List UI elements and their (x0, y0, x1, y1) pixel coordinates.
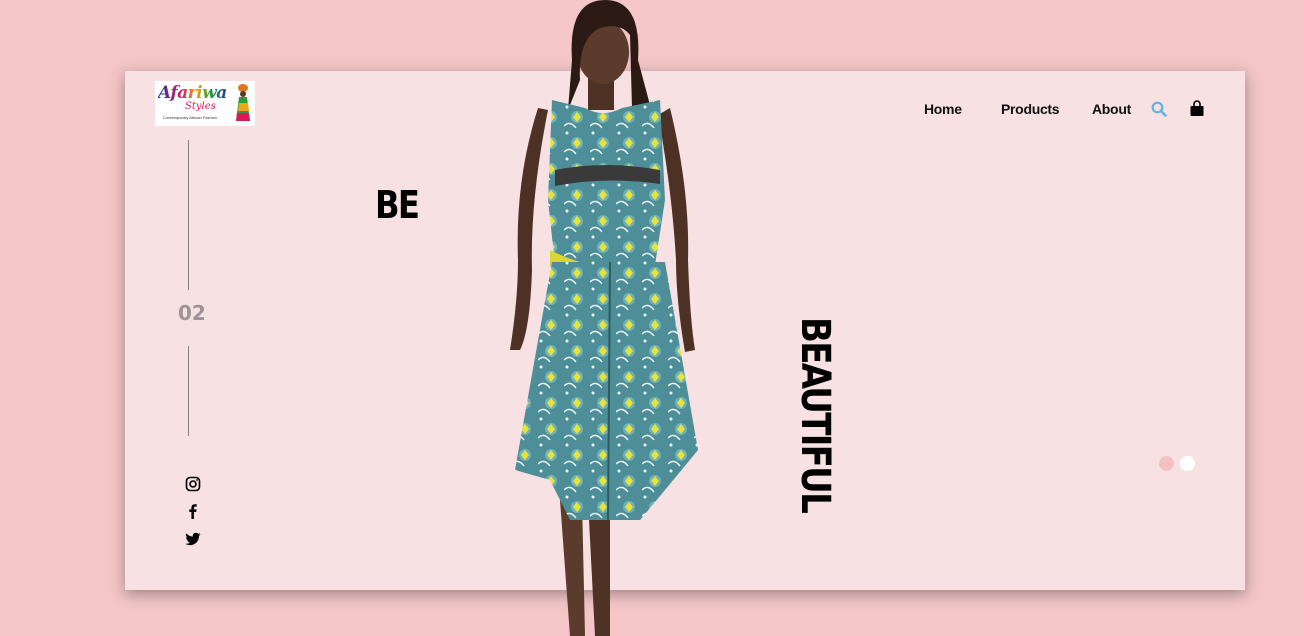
logo-figure-icon (236, 84, 250, 121)
slider-dots (1159, 456, 1195, 471)
twitter-icon[interactable] (185, 531, 201, 547)
slide-number: 02 (178, 301, 206, 325)
hero-word-beautiful: BEAUTIFUL (792, 317, 838, 513)
hero-word-be: BE (375, 183, 420, 227)
brand-logo[interactable]: Afariwa Styles Contemporary African Fash… (155, 81, 255, 126)
model-image (510, 0, 698, 636)
logo-subtitle: Styles (185, 101, 216, 112)
slide-divider-bottom (188, 346, 189, 436)
nav-home[interactable]: Home (924, 101, 962, 117)
instagram-icon[interactable] (185, 476, 201, 492)
slide-divider-top (188, 140, 189, 290)
nav-about[interactable]: About (1092, 101, 1131, 117)
slider-dot-1[interactable] (1159, 456, 1174, 471)
logo-wordmark: Afariwa (158, 83, 227, 103)
slider-dot-2-active[interactable] (1180, 456, 1195, 471)
shopping-bag-icon[interactable] (1189, 100, 1205, 117)
facebook-icon[interactable] (185, 503, 201, 519)
search-icon[interactable] (1151, 101, 1167, 117)
logo-tagline: Contemporary African Fashion (163, 115, 218, 120)
nav-products[interactable]: Products (1001, 101, 1060, 117)
